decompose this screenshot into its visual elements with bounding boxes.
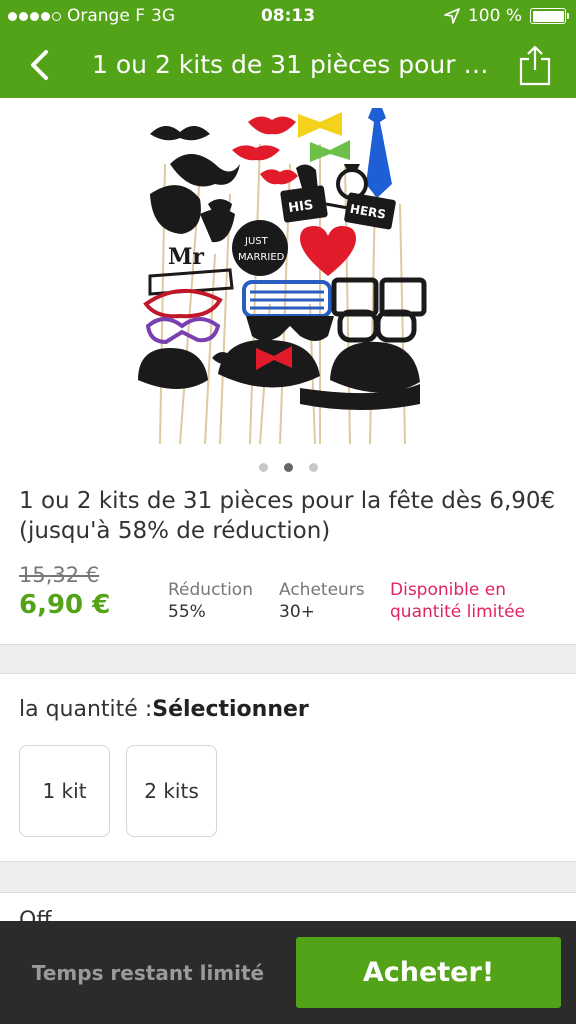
availability-notice: Disponible en quantité limitée bbox=[390, 580, 525, 622]
product-image[interactable]: HIS HERS JUST MARRIED Mr bbox=[120, 104, 450, 450]
purchase-footer: Temps restant limité Acheter! bbox=[0, 921, 576, 1024]
location-arrow-icon bbox=[444, 8, 460, 24]
old-price: 15,32 € bbox=[19, 563, 100, 587]
quantity-label-text: la quantité : bbox=[19, 697, 153, 722]
quantity-option-1-kit[interactable]: 1 kit bbox=[19, 745, 110, 837]
current-price: 6,90 € bbox=[19, 590, 111, 620]
quantity-option-2-kits[interactable]: 2 kits bbox=[126, 745, 217, 837]
stat-label: Acheteurs bbox=[279, 580, 365, 600]
pager-dot[interactable] bbox=[258, 463, 268, 472]
chevron-left-icon bbox=[31, 50, 48, 80]
status-right: 100 % bbox=[444, 6, 569, 26]
quantity-selected: Sélectionner bbox=[152, 697, 309, 722]
discount-stat: Réduction 55% bbox=[168, 579, 253, 623]
status-bar: Orange F 3G 08:13 100 % bbox=[0, 0, 576, 32]
stat-value: 30+ bbox=[279, 602, 315, 622]
app-header: Orange F 3G 08:13 100 % 1 ou 2 kits de 3… bbox=[0, 0, 576, 98]
section-divider bbox=[0, 644, 576, 674]
pager-dot-active[interactable] bbox=[283, 463, 293, 472]
stat-value: 55% bbox=[168, 602, 206, 622]
product-title: 1 ou 2 kits de 31 pièces pour la fête dè… bbox=[19, 488, 556, 544]
stat-label: Réduction bbox=[168, 580, 253, 600]
section-divider bbox=[0, 861, 576, 893]
quantity-label: la quantité :Sélectionner bbox=[19, 697, 309, 722]
pager-dot[interactable] bbox=[308, 463, 318, 472]
battery-percent: 100 % bbox=[467, 6, 522, 26]
battery-icon bbox=[530, 8, 569, 24]
nav-bar: 1 ou 2 kits de 31 pièces pour la fête dè… bbox=[0, 32, 576, 98]
share-icon bbox=[519, 45, 551, 86]
back-button[interactable] bbox=[14, 38, 64, 92]
image-pager[interactable] bbox=[0, 463, 576, 472]
limited-time-notice: Temps restant limité bbox=[31, 960, 265, 985]
buy-button[interactable]: Acheter! bbox=[296, 937, 561, 1008]
share-button[interactable] bbox=[510, 38, 560, 92]
svg-text:Mr: Mr bbox=[168, 244, 204, 270]
nav-title: 1 ou 2 kits de 31 pièces pour la fête dè… bbox=[92, 50, 492, 79]
svg-text:MARRIED: MARRIED bbox=[238, 252, 285, 263]
buyers-stat: Acheteurs 30+ bbox=[279, 579, 365, 623]
svg-text:JUST: JUST bbox=[244, 236, 269, 247]
